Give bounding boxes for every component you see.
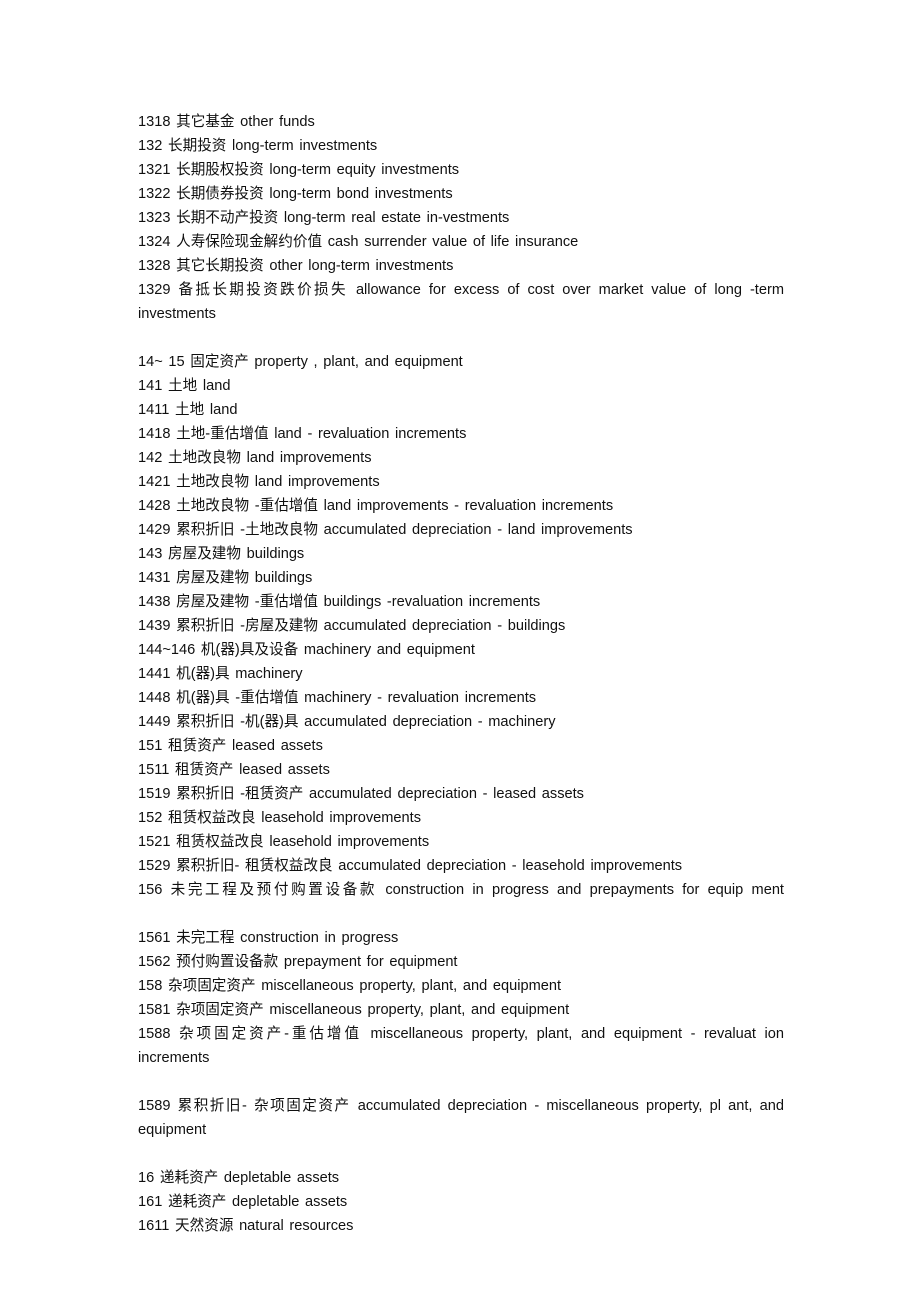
account-entry: 1529 累积折旧- 租赁权益改良 accumulated depreciati… (138, 858, 683, 874)
account-entry: 142 土地改良物 land improvements (138, 450, 372, 466)
account-entry: 144~146 机(器)具及设备 machinery and equipment (138, 642, 475, 658)
account-entry: 1323 长期不动产投资 long-term real estate in-ve… (138, 210, 510, 226)
account-list: 1318 其它基金 other funds 132 长期投资 long-term … (138, 110, 784, 1238)
account-entry: 1322 长期债券投资 long-term bond investments (138, 186, 453, 202)
account-entry: 1429 累积折旧 -土地改良物 accumulated depreciatio… (138, 522, 633, 538)
account-entry: 158 杂项固定资产 miscellaneous property, plant… (138, 978, 562, 994)
account-entry: 1449 累积折旧 -机(器)具 accumulated depreciatio… (138, 714, 556, 730)
account-entry: 1589 累积折旧- 杂项固定资产 accumulated depreciati… (138, 1098, 784, 1138)
account-entry: 1448 机(器)具 -重估增值 machinery - revaluation… (138, 690, 537, 706)
account-entry: 1318 其它基金 other funds (138, 114, 315, 130)
account-entry: 1438 房屋及建物 -重估增值 buildings -revaluation … (138, 594, 541, 610)
account-entry: 1519 累积折旧 -租赁资产 accumulated depreciation… (138, 786, 584, 802)
account-entry: 141 土地 land (138, 378, 231, 394)
account-entry: 143 房屋及建物 buildings (138, 546, 305, 562)
account-entry: 1561 未完工程 construction in progress (138, 930, 399, 946)
account-entry: 161 递耗资产 depletable assets (138, 1194, 348, 1210)
account-entry: 1521 租赁权益改良 leasehold improvements (138, 834, 430, 850)
account-entry: 1431 房屋及建物 buildings (138, 570, 313, 586)
account-entry: 151 租赁资产 leased assets (138, 738, 323, 754)
account-entry: 132 长期投资 long-term investments (138, 138, 378, 154)
account-entry: 152 租赁权益改良 leasehold improvements (138, 810, 422, 826)
document-page: 1318 其它基金 other funds 132 长期投资 long-term … (0, 0, 920, 1302)
account-entry: 1439 累积折旧 -房屋及建物 accumulated depreciatio… (138, 618, 566, 634)
account-entry: 1611 天然资源 natural resources (138, 1218, 354, 1234)
account-entry: 156 未完工程及预付购置设备款 construction in progres… (138, 882, 784, 898)
account-entry: 1329 备抵长期投资跌价损失 allowance for excess of … (138, 282, 784, 322)
account-entry: 1511 租赁资产 leased assets (138, 762, 330, 778)
account-entry: 1581 杂项固定资产 miscellaneous property, plan… (138, 1002, 570, 1018)
account-entry: 1418 土地-重估增值 land - revaluation incremen… (138, 426, 467, 442)
account-entry: 14~ 15 固定资产 property , plant, and equipm… (138, 354, 463, 370)
account-entry: 1321 长期股权投资 long-term equity investments (138, 162, 460, 178)
account-entry: 1421 土地改良物 land improvements (138, 474, 380, 490)
account-entry: 1328 其它长期投资 other long-term investments (138, 258, 454, 274)
account-entry: 1562 预付购置设备款 prepayment for equipment (138, 954, 458, 970)
account-entry: 1428 土地改良物 -重估增值 land improvements - rev… (138, 498, 614, 514)
account-entry: 1588 杂项固定资产-重估增值 miscellaneous property,… (138, 1026, 784, 1066)
account-entry: 1411 土地 land (138, 402, 238, 418)
account-entry: 1324 人寿保险现金解约价值 cash surrender value of … (138, 234, 579, 250)
account-entry: 1441 机(器)具 machinery (138, 666, 303, 682)
account-entry: 16 递耗资产 depletable assets (138, 1170, 340, 1186)
